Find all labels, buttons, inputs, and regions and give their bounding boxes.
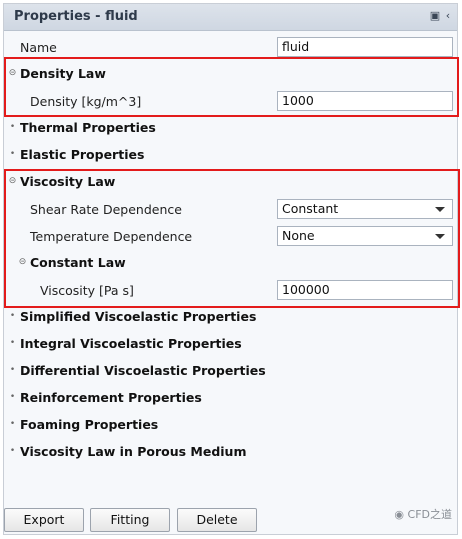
shear-rate-row: Shear Rate Dependence Constant bbox=[4, 196, 457, 223]
section-integral-viscoelastic[interactable]: • Integral Viscoelastic Properties bbox=[4, 331, 457, 358]
constant-law-label: Constant Law bbox=[30, 255, 126, 270]
viscosity-law-label: Viscosity Law bbox=[20, 174, 116, 189]
properties-content: Name fluid ⊝ Density Law Density [kg/m^3… bbox=[4, 31, 457, 534]
section-foaming[interactable]: • Foaming Properties bbox=[4, 412, 457, 439]
panel-title: Properties - fluid bbox=[14, 9, 138, 24]
collapse-icon[interactable]: ⊝ bbox=[18, 258, 27, 267]
viscosity-law-header[interactable]: ⊝ Viscosity Law bbox=[4, 169, 457, 196]
fitting-button[interactable]: Fitting bbox=[90, 508, 170, 532]
expand-icon[interactable]: • bbox=[8, 447, 17, 456]
constant-law-header[interactable]: ⊝ Constant Law bbox=[4, 250, 457, 277]
shear-rate-label: Shear Rate Dependence bbox=[30, 202, 182, 217]
temperature-value: None bbox=[282, 228, 315, 243]
dropdown-arrow-icon[interactable] bbox=[435, 207, 445, 212]
name-label: Name bbox=[20, 40, 57, 55]
section-reinforcement[interactable]: • Reinforcement Properties bbox=[4, 385, 457, 412]
pin-icon[interactable]: ▣ bbox=[429, 10, 441, 22]
density-field[interactable]: 1000 bbox=[277, 91, 453, 111]
section-label: Differential Viscoelastic Properties bbox=[20, 363, 266, 378]
section-label: Viscosity Law in Porous Medium bbox=[20, 444, 247, 459]
name-row: Name fluid bbox=[4, 34, 457, 61]
wechat-icon: ◉ bbox=[394, 508, 405, 521]
expand-icon[interactable]: • bbox=[8, 393, 17, 402]
properties-panel: Properties - fluid ▣ ‹ Name fluid ⊝ Dens… bbox=[3, 3, 458, 535]
temperature-select[interactable]: None bbox=[277, 226, 453, 246]
temperature-row: Temperature Dependence None bbox=[4, 223, 457, 250]
viscosity-field[interactable]: 100000 bbox=[277, 280, 453, 300]
expand-icon[interactable]: • bbox=[8, 150, 17, 159]
name-field[interactable]: fluid bbox=[277, 37, 453, 57]
shear-rate-value: Constant bbox=[282, 201, 339, 216]
section-label: Simplified Viscoelastic Properties bbox=[20, 309, 257, 324]
section-label: Elastic Properties bbox=[20, 147, 145, 162]
section-label: Thermal Properties bbox=[20, 120, 156, 135]
density-row: Density [kg/m^3] 1000 bbox=[4, 88, 457, 115]
export-button[interactable]: Export bbox=[4, 508, 84, 532]
watermark: ◉ CFD之道 bbox=[394, 506, 452, 522]
expand-icon[interactable]: • bbox=[8, 339, 17, 348]
section-differential-viscoelastic[interactable]: • Differential Viscoelastic Properties bbox=[4, 358, 457, 385]
collapse-icon[interactable]: ⊝ bbox=[8, 69, 17, 78]
expand-icon[interactable]: • bbox=[8, 123, 17, 132]
chevron-left-icon[interactable]: ‹ bbox=[442, 10, 454, 22]
temperature-label: Temperature Dependence bbox=[30, 229, 193, 244]
section-label: Integral Viscoelastic Properties bbox=[20, 336, 242, 351]
delete-button[interactable]: Delete bbox=[177, 508, 257, 532]
section-simplified-viscoelastic[interactable]: • Simplified Viscoelastic Properties bbox=[4, 304, 457, 331]
section-label: Foaming Properties bbox=[20, 417, 159, 432]
density-law-label: Density Law bbox=[20, 66, 106, 81]
section-label: Reinforcement Properties bbox=[20, 390, 202, 405]
density-label: Density [kg/m^3] bbox=[30, 94, 142, 109]
shear-rate-select[interactable]: Constant bbox=[277, 199, 453, 219]
density-law-header[interactable]: ⊝ Density Law bbox=[4, 61, 457, 88]
panel-titlebar: Properties - fluid ▣ ‹ bbox=[4, 4, 457, 31]
section-thermal-properties[interactable]: • Thermal Properties bbox=[4, 115, 457, 142]
dropdown-arrow-icon[interactable] bbox=[435, 234, 445, 239]
collapse-icon[interactable]: ⊝ bbox=[8, 177, 17, 186]
expand-icon[interactable]: • bbox=[8, 312, 17, 321]
watermark-text: CFD之道 bbox=[407, 508, 452, 521]
expand-icon[interactable]: • bbox=[8, 366, 17, 375]
viscosity-row: Viscosity [Pa s] 100000 bbox=[4, 277, 457, 304]
expand-icon[interactable]: • bbox=[8, 420, 17, 429]
section-elastic-properties[interactable]: • Elastic Properties bbox=[4, 142, 457, 169]
viscosity-label: Viscosity [Pa s] bbox=[40, 283, 134, 298]
section-viscosity-porous[interactable]: • Viscosity Law in Porous Medium bbox=[4, 439, 457, 466]
